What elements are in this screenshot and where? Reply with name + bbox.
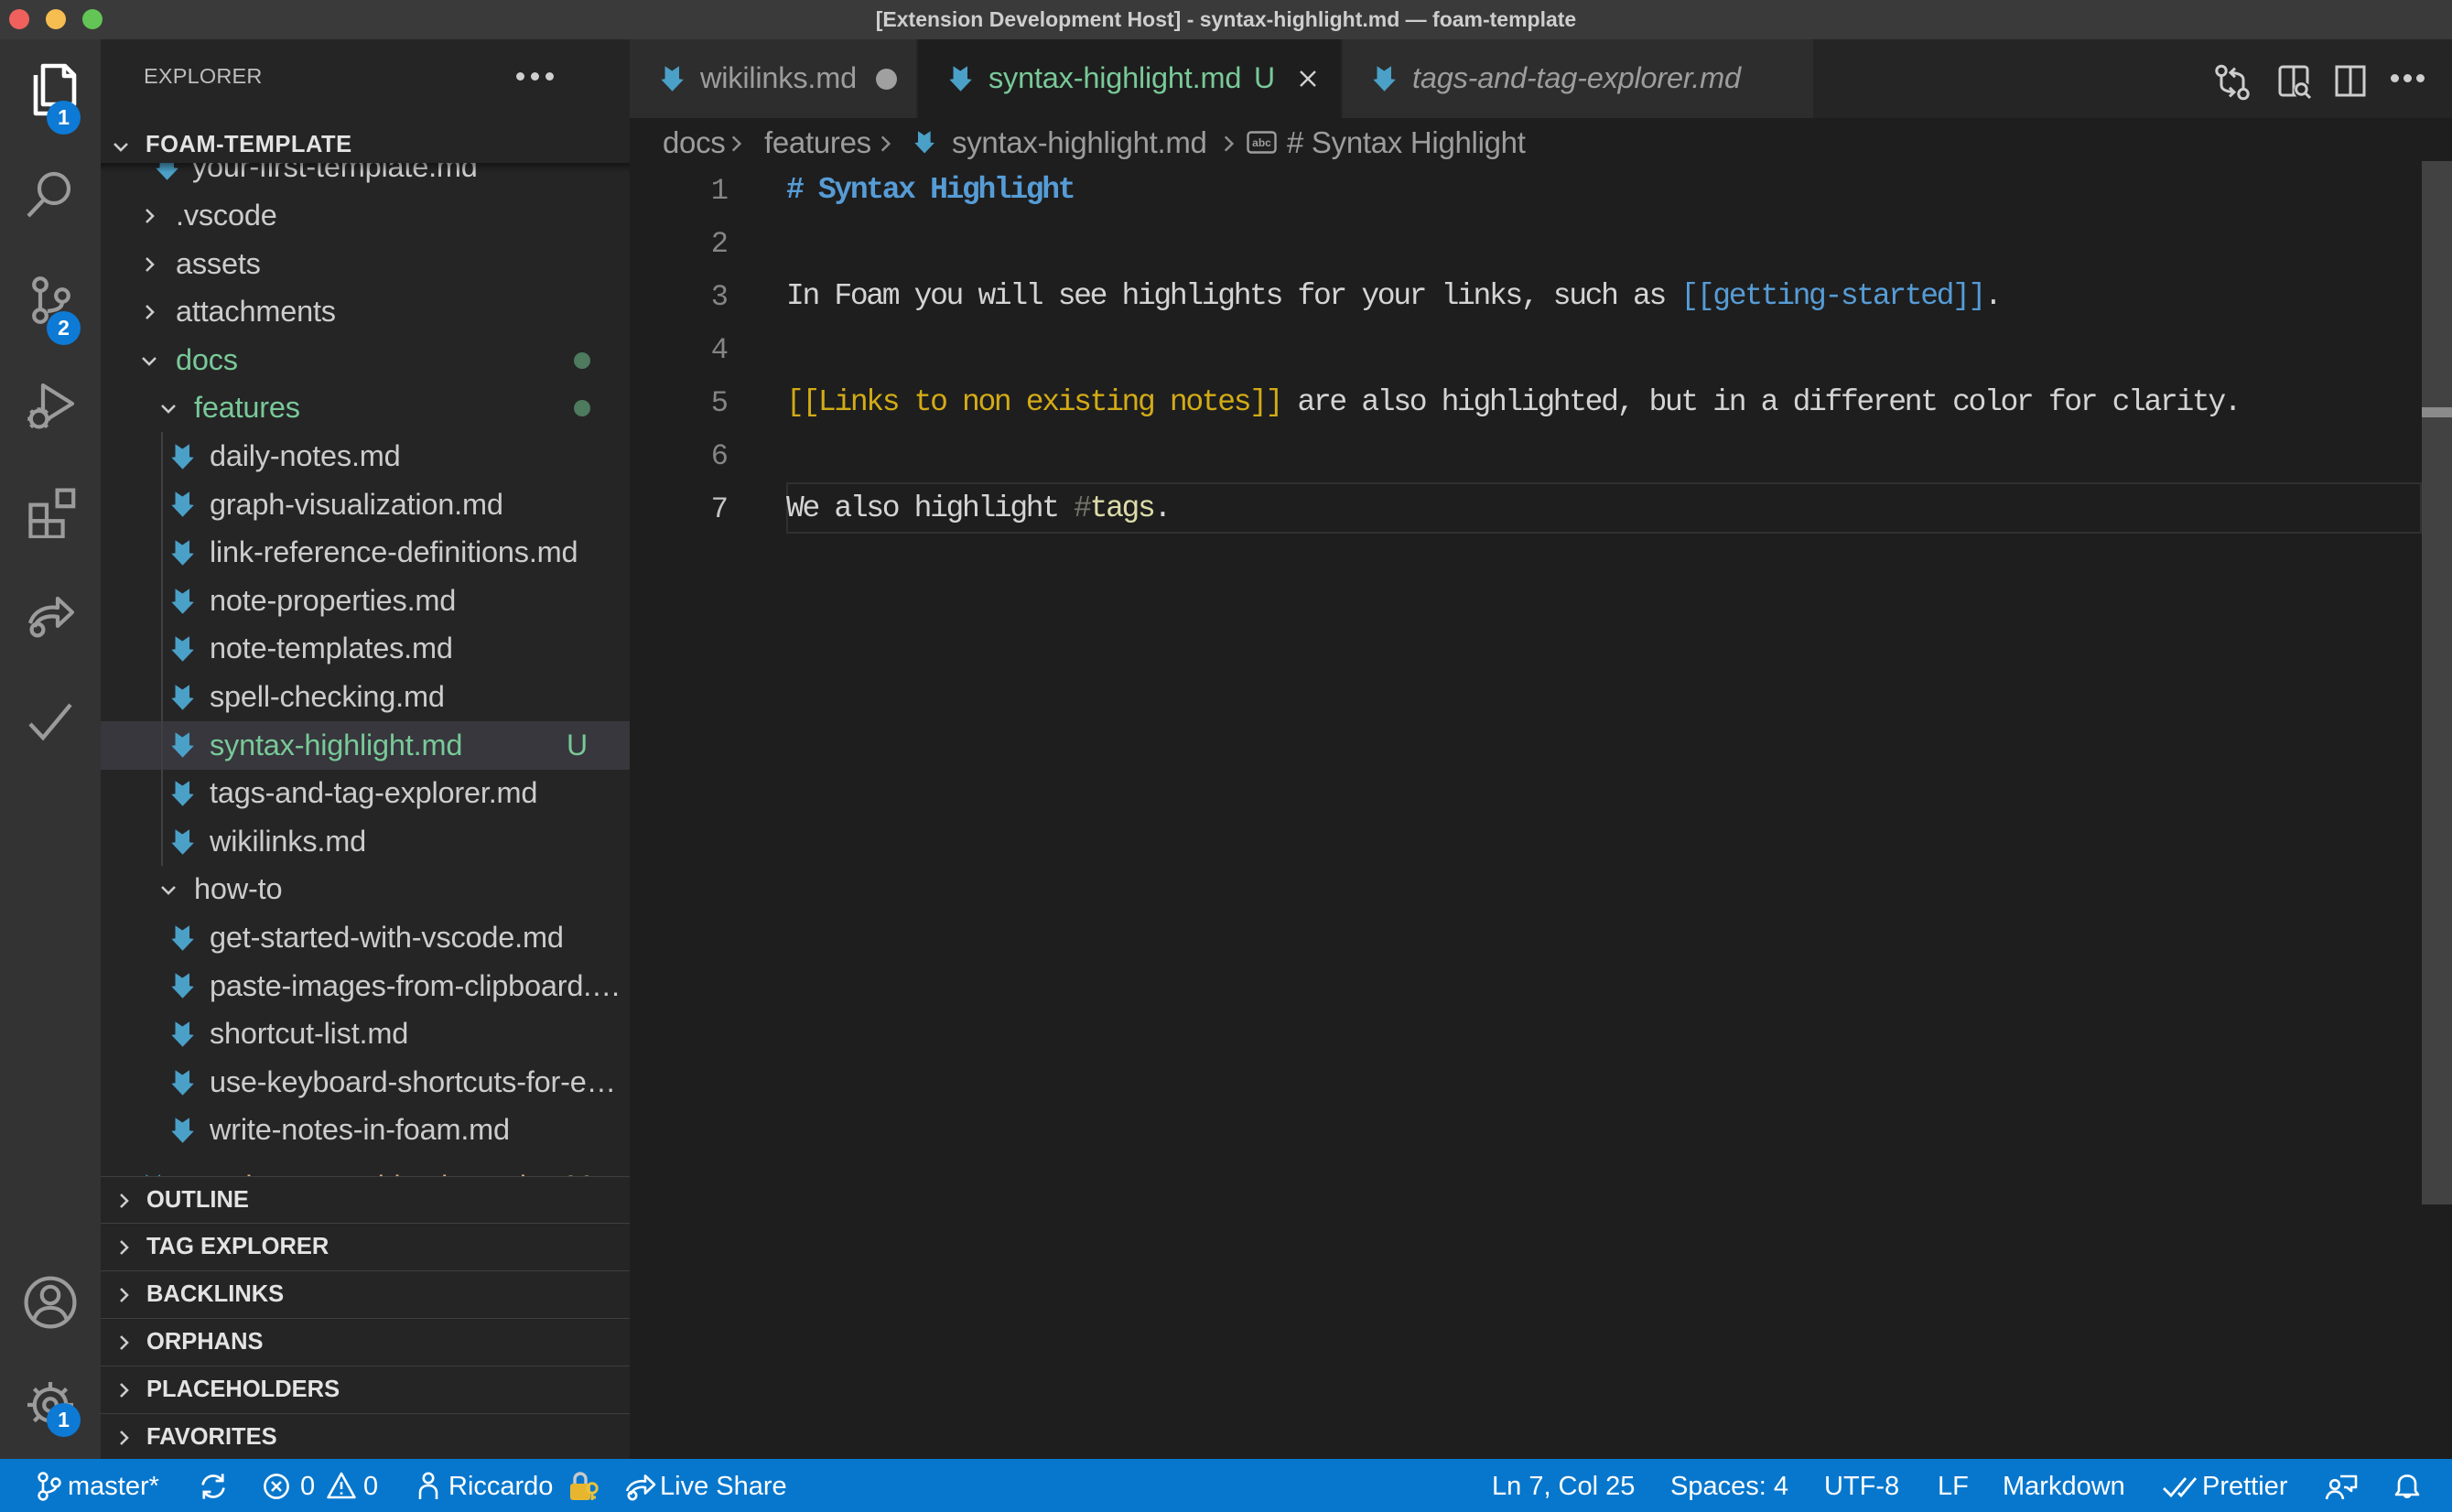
svg-text:abc: abc [1252, 136, 1271, 149]
